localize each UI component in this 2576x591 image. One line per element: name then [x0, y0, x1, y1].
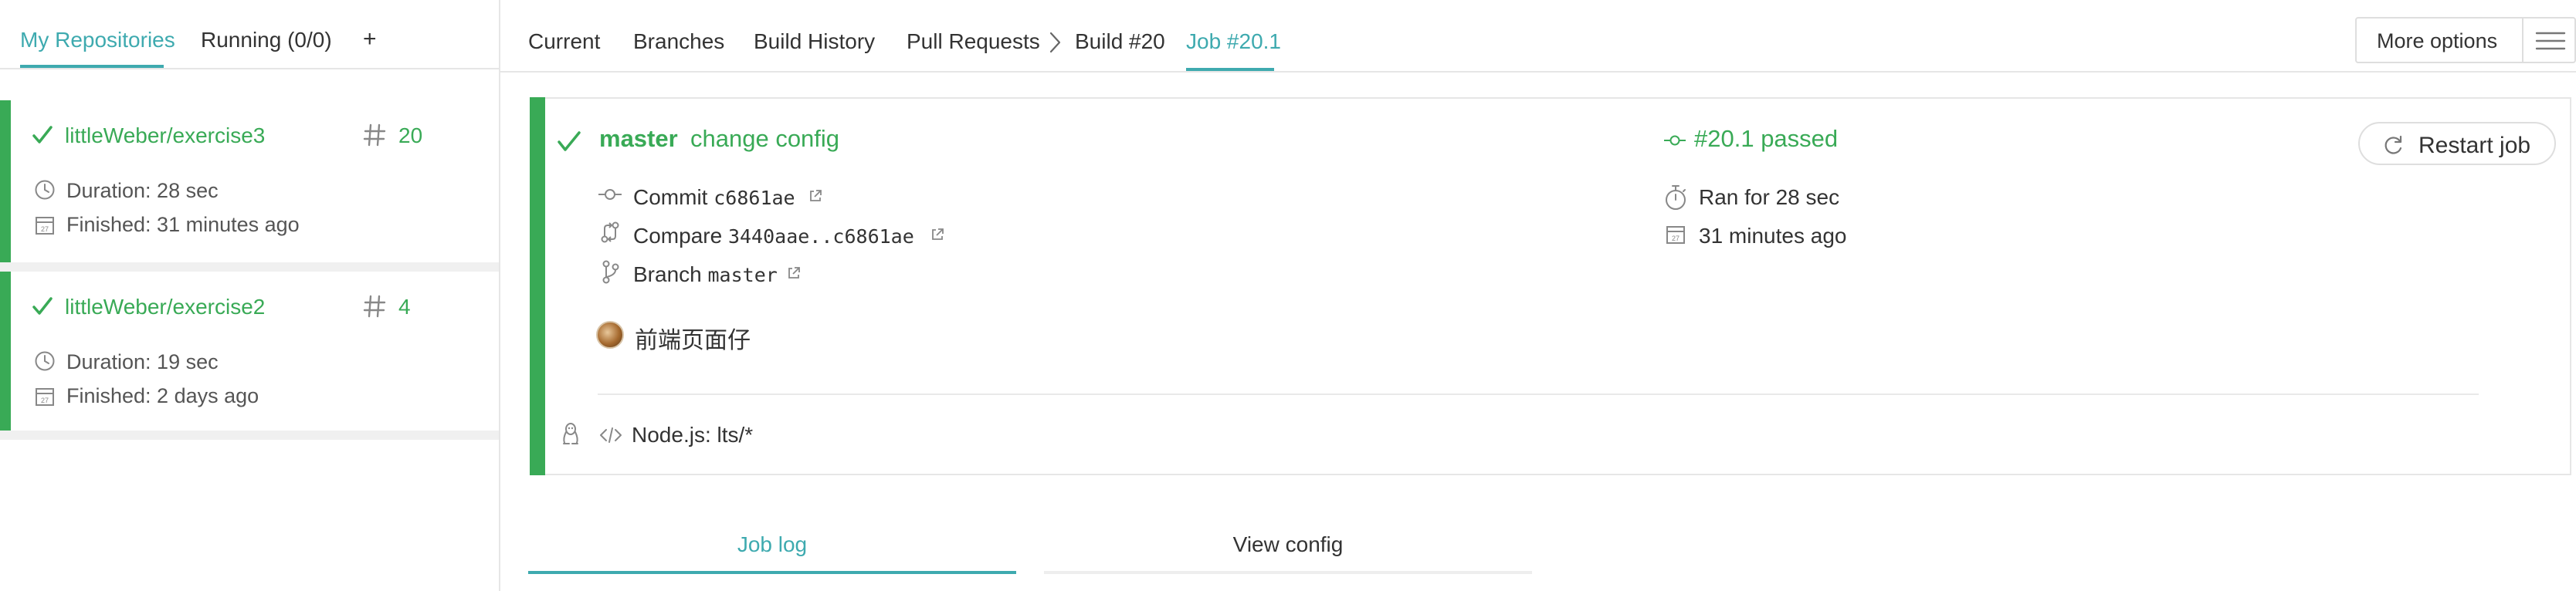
job-status: #20.1 passed [1694, 125, 1839, 152]
build-number[interactable]: 4 [398, 295, 411, 319]
menu-icon [2534, 29, 2567, 52]
repo-name-link[interactable]: littleWeber/exercise3 [65, 123, 265, 148]
external-link-icon[interactable] [808, 188, 823, 204]
check-icon [31, 123, 54, 147]
button-divider [2522, 19, 2523, 62]
restart-job-label: Restart job [2418, 133, 2531, 158]
avatar [596, 321, 624, 349]
repo-separator [0, 431, 499, 440]
svg-text:27: 27 [1672, 235, 1679, 242]
chevron-right-icon [1048, 31, 1062, 54]
stopwatch-icon [1663, 184, 1688, 211]
tab-my-repositories[interactable]: My Repositories [20, 28, 175, 52]
repo-finished: Finished: 2 days ago [66, 384, 259, 407]
commit-row: Commit c6861ae [633, 185, 795, 210]
repo-name-link[interactable]: littleWeber/exercise2 [65, 295, 265, 319]
repo-duration: Duration: 28 sec [66, 179, 219, 202]
tab-view-config-label: View config [1232, 532, 1344, 556]
tab-current[interactable]: Current [528, 29, 600, 54]
repo-duration: Duration: 19 sec [66, 350, 219, 373]
commit-author: 前端页面仔 [635, 328, 751, 353]
branch-link[interactable]: master [708, 264, 778, 286]
job-duration: Ran for 28 sec [1699, 185, 1840, 209]
tab-pull-requests[interactable]: Pull Requests [907, 29, 1040, 54]
job-summary-card: master change config Commit c6861ae Comp… [530, 97, 2571, 475]
clock-icon [34, 179, 56, 201]
job-branch-name[interactable]: master [599, 125, 678, 153]
active-tab-underline [528, 571, 1016, 574]
repo-card-exercise3[interactable]: littleWeber/exercise3 20 Duration: 28 se… [0, 100, 499, 262]
job-finished: 31 minutes ago [1699, 224, 1847, 248]
check-icon [556, 128, 582, 154]
sidebar: My Repositories Running (0/0) + littleWe… [0, 0, 500, 591]
job-navigation: Current Branches Build History Pull Requ… [500, 0, 2576, 73]
hash-icon [363, 293, 386, 319]
tab-build-20[interactable]: Build #20 [1075, 29, 1165, 54]
tab-running[interactable]: Running (0/0) [201, 28, 332, 52]
repo-separator [0, 262, 499, 272]
calendar-icon: 27 [34, 386, 56, 407]
calendar-icon: 27 [1665, 224, 1686, 245]
branch-label: Branch [633, 262, 702, 286]
tab-underline [1044, 571, 1532, 574]
active-tab-underline [20, 65, 164, 68]
divider [598, 393, 2479, 395]
compare-label: Compare [633, 224, 723, 248]
repo-finished: Finished: 31 minutes ago [66, 213, 300, 236]
tab-job-log-label: Job log [737, 532, 808, 556]
add-repository-button[interactable]: + [363, 26, 377, 52]
commit-message: change config [690, 125, 840, 152]
status-bar [530, 97, 545, 475]
commit-icon [598, 185, 622, 204]
branch-icon [601, 259, 621, 284]
restart-job-button[interactable]: Restart job [2358, 122, 2556, 165]
clock-icon [34, 350, 56, 372]
svg-text:27: 27 [41, 225, 49, 233]
linux-icon [561, 421, 581, 447]
check-icon [31, 295, 54, 318]
tab-build-history[interactable]: Build History [754, 29, 875, 54]
sidebar-tabs: My Repositories Running (0/0) + [0, 0, 499, 69]
compare-icon [599, 221, 621, 244]
repo-card-exercise2[interactable]: littleWeber/exercise2 4 Duration: 19 sec… [0, 272, 499, 434]
status-bar [0, 272, 11, 434]
job-language: Node.js: lts/* [632, 423, 754, 447]
build-number[interactable]: 20 [398, 123, 422, 148]
status-bar [0, 100, 11, 262]
more-options-label: More options [2377, 29, 2498, 52]
external-link-icon[interactable] [786, 265, 802, 281]
active-tab-underline [1186, 68, 1274, 71]
tab-branches[interactable]: Branches [633, 29, 724, 54]
commit-sha-link[interactable]: c6861ae [713, 187, 795, 209]
commit-icon [1663, 131, 1686, 150]
restart-icon [2381, 134, 2405, 157]
code-icon [599, 426, 622, 444]
tab-view-config[interactable]: View config [1044, 532, 1532, 574]
svg-text:27: 27 [41, 397, 49, 404]
compare-row: Compare 3440aae..c6861ae [633, 224, 914, 248]
commit-label: Commit [633, 185, 708, 209]
hash-icon [363, 122, 386, 148]
compare-link[interactable]: 3440aae..c6861ae [728, 225, 914, 248]
tab-job-log[interactable]: Job log [528, 532, 1016, 574]
branch-row: Branch master [633, 262, 778, 287]
calendar-icon: 27 [34, 214, 56, 236]
external-link-icon[interactable] [930, 227, 945, 242]
tab-job-20-1[interactable]: Job #20.1 [1186, 29, 1281, 54]
more-options-button[interactable]: More options [2355, 17, 2576, 63]
